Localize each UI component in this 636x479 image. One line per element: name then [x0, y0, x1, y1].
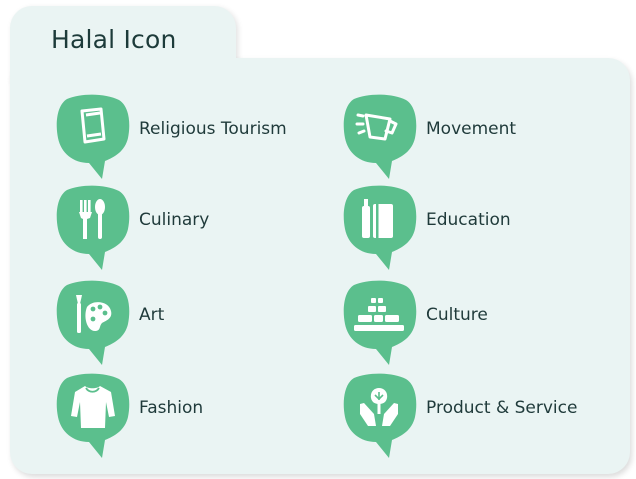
item-culture[interactable]: Culture: [340, 277, 488, 367]
tablet-icon: [56, 94, 130, 179]
fork-spoon-icon: [56, 185, 130, 270]
item-label: Product & Service: [426, 398, 578, 418]
stones-icon: [343, 280, 417, 365]
item-movement[interactable]: Movement: [340, 91, 516, 181]
item-label: Movement: [426, 119, 517, 139]
item-product-service[interactable]: Product & Service: [340, 370, 577, 460]
item-art[interactable]: Art: [53, 277, 164, 367]
item-label: Culinary: [139, 210, 210, 230]
halal-icon-card: Halal Icon Religious Tourism Movement Cu…: [0, 0, 636, 479]
item-label: Fashion: [139, 398, 204, 418]
item-fashion[interactable]: Fashion: [53, 370, 203, 460]
item-religious-tourism[interactable]: Religious Tourism: [53, 91, 287, 181]
hands-plant-icon: [343, 373, 417, 458]
palette-icon: [56, 280, 130, 365]
item-label: Religious Tourism: [139, 119, 287, 139]
shirt-icon: [56, 373, 130, 458]
item-education[interactable]: Education: [340, 182, 511, 272]
book-icon: [343, 185, 417, 270]
travel-cup-icon: [343, 94, 417, 179]
item-label: Art: [139, 305, 165, 325]
item-label: Culture: [426, 305, 488, 325]
page-title: Halal Icon: [51, 25, 177, 54]
item-label: Education: [426, 210, 511, 230]
item-culinary[interactable]: Culinary: [53, 182, 209, 272]
